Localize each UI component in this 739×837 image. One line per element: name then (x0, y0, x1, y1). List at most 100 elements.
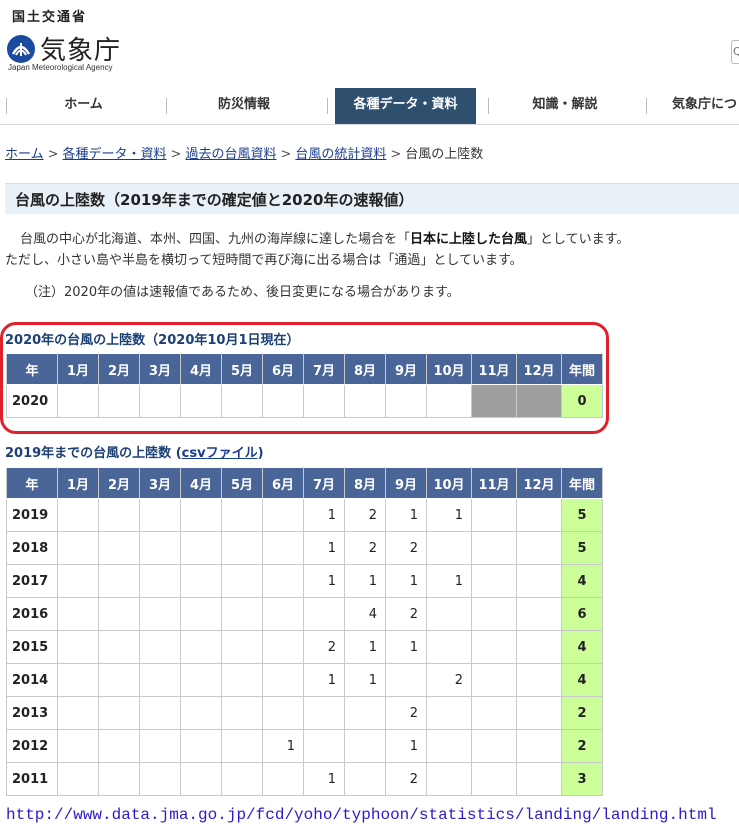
month-cell (426, 597, 472, 631)
month-cell (516, 564, 562, 598)
breadcrumb-separator: > (280, 147, 292, 162)
year-cell: 2011 (6, 762, 58, 796)
month-cell (471, 498, 517, 532)
breadcrumb-current: 台風の上陸数 (405, 147, 484, 162)
month-cell (57, 696, 99, 730)
column-header: 年 (6, 353, 58, 385)
column-header: 9月 (385, 467, 427, 499)
month-cell: 2 (385, 597, 427, 631)
month-cell (221, 762, 263, 796)
breadcrumb-link-typhoon-stats[interactable]: 台風の統計資料 (295, 147, 386, 162)
month-cell (262, 531, 304, 565)
month-cell (180, 630, 222, 664)
nav-item-knowledge[interactable]: 知識・解説 (489, 88, 641, 124)
month-cell (221, 696, 263, 730)
column-header: 11月 (471, 467, 517, 499)
note-text: （注）2020年の値は速報値であるため、後日変更になる場合があります。 (25, 285, 460, 300)
column-header: 7月 (303, 467, 345, 499)
annual-total-cell: 6 (561, 597, 603, 631)
nav-item-disaster-info[interactable]: 防災情報 (167, 88, 321, 124)
month-cell (344, 384, 386, 418)
column-header: 10月 (426, 353, 472, 385)
caption-text: ) (257, 446, 264, 461)
table-row: 2017 1 1 1 1 4 (6, 564, 603, 598)
table-header-row: 年 1月 2月 3月 4月 5月 6月 7月 8月 9月 10月 11月 12月 年間 (6, 353, 603, 385)
annual-total-cell: 3 (561, 762, 603, 796)
table-2020-caption: 2020年の台風の上陸数（2020年10月1日現在） (5, 333, 300, 348)
column-header: 12月 (516, 353, 562, 385)
month-cell (221, 597, 263, 631)
search-box-edge[interactable]: Q (731, 40, 739, 64)
annual-total-cell: 2 (561, 729, 603, 763)
month-cell (516, 663, 562, 697)
table-row: 2018 1 2 2 5 (6, 531, 603, 565)
breadcrumb: ホーム > 各種データ・資料 > 過去の台風資料 > 台風の統計資料 > 台風の上陸数 (5, 143, 483, 162)
year-cell: 2014 (6, 663, 58, 697)
month-cell (139, 762, 181, 796)
month-cell: 1 (303, 762, 345, 796)
nav-item-about[interactable]: 気象庁につ (672, 88, 739, 124)
month-cell (516, 597, 562, 631)
month-cell (471, 597, 517, 631)
jma-logo-icon[interactable] (6, 34, 36, 64)
column-header: 10月 (426, 467, 472, 499)
month-cell (180, 531, 222, 565)
month-cell (221, 729, 263, 763)
month-cell (262, 762, 304, 796)
month-cell (426, 384, 472, 418)
column-header: 5月 (221, 467, 263, 499)
nav-item-home[interactable]: ホーム (6, 88, 161, 124)
breadcrumb-separator: > (170, 147, 182, 162)
month-cell (180, 564, 222, 598)
table-row: 2014 1 1 2 4 (6, 663, 603, 697)
month-cell (57, 663, 99, 697)
agency-name[interactable]: 気象庁 (40, 30, 121, 67)
nav-item-data[interactable]: 各種データ・資料 (335, 88, 476, 124)
month-cell: 2 (303, 630, 345, 664)
month-cell: 1 (385, 729, 427, 763)
month-cell (471, 729, 517, 763)
breadcrumb-link-home[interactable]: ホーム (5, 147, 44, 162)
annual-total-cell: 4 (561, 564, 603, 598)
month-cell (426, 729, 472, 763)
month-cell (262, 696, 304, 730)
description-text: 台風の中心が北海道、本州、四国、九州の海岸線に達した場合を「 (20, 232, 411, 247)
month-cell: 2 (344, 531, 386, 565)
month-cell (385, 663, 427, 697)
caption-text: 2019年までの台風の上陸数 ( (5, 446, 182, 461)
month-cell (139, 597, 181, 631)
table-header-row: 年 1月 2月 3月 4月 5月 6月 7月 8月 9月 10月 11月 12月 年間 (6, 467, 603, 499)
breadcrumb-link-typhoon-archive[interactable]: 過去の台風資料 (185, 147, 276, 162)
month-cell (98, 531, 140, 565)
table-history: 年 1月 2月 3月 4月 5月 6月 7月 8月 9月 10月 11月 12月 年間 2019 1 2 1 1 5… (6, 467, 603, 796)
annual-total-cell: 4 (561, 630, 603, 664)
csv-file-link[interactable]: csvファイル (182, 446, 258, 461)
month-cell (139, 384, 181, 418)
month-cell (139, 630, 181, 664)
month-cell (516, 384, 562, 418)
month-cell (344, 696, 386, 730)
breadcrumb-separator: > (47, 147, 59, 162)
month-cell (57, 597, 99, 631)
column-header: 12月 (516, 467, 562, 499)
month-cell: 2 (426, 663, 472, 697)
column-header: 2月 (98, 467, 140, 499)
month-cell (262, 597, 304, 631)
month-cell (139, 498, 181, 532)
month-cell (262, 384, 304, 418)
month-cell (221, 663, 263, 697)
month-cell (221, 384, 263, 418)
month-cell (471, 564, 517, 598)
month-cell (471, 762, 517, 796)
year-cell: 2018 (6, 531, 58, 565)
month-cell (98, 630, 140, 664)
month-cell (516, 762, 562, 796)
breadcrumb-link-data[interactable]: 各種データ・資料 (63, 147, 167, 162)
month-cell (516, 729, 562, 763)
month-cell (98, 729, 140, 763)
year-cell: 2015 (6, 630, 58, 664)
month-cell (57, 762, 99, 796)
month-cell (262, 564, 304, 598)
month-cell (98, 597, 140, 631)
month-cell (57, 630, 99, 664)
